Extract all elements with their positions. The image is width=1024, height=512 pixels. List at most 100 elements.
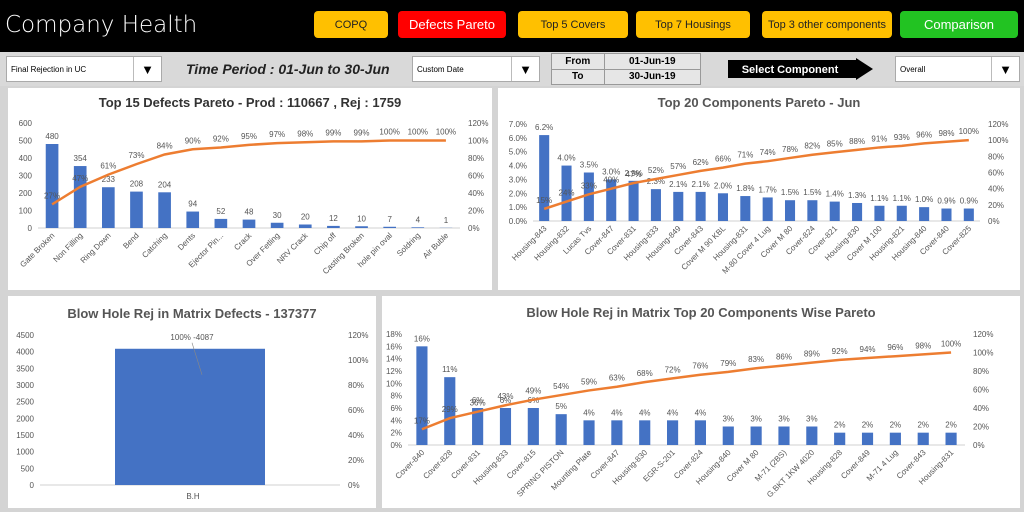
x-tick-label: G.BKT 1KW 4020 — [765, 448, 817, 500]
y-tick-label: 8% — [390, 392, 402, 401]
to-date[interactable]: 30-Jun-19 — [603, 68, 702, 85]
bar — [130, 191, 143, 228]
y-tick-label: 3000 — [16, 381, 34, 390]
bar-data-label: 94 — [188, 200, 197, 209]
y-tick-label: 300 — [19, 172, 33, 181]
defects-pareto-chart: Top 15 Defects Pareto - Prod : 110667 , … — [8, 88, 492, 290]
bar — [416, 346, 428, 445]
cumulative-data-label: 73% — [128, 151, 144, 160]
bar — [829, 201, 840, 221]
from-date[interactable]: 01-Jun-19 — [603, 53, 702, 70]
bar — [115, 348, 265, 485]
bar-data-label: 2% — [890, 421, 902, 430]
cumulative-data-label: 29% — [442, 405, 458, 414]
cumulative-data-label: 15% — [536, 196, 552, 205]
bar — [650, 189, 661, 221]
bar-data-label: 1.7% — [759, 185, 777, 194]
bar-data-label: 4% — [639, 408, 651, 417]
cumulative-data-label: 78% — [782, 145, 798, 154]
bar-data-label: 1.5% — [781, 188, 799, 197]
bar — [874, 205, 885, 221]
cumulative-data-label: 52% — [648, 166, 664, 175]
bar — [242, 219, 256, 228]
chevron-down-icon[interactable]: ▼ — [133, 57, 161, 81]
bar-data-label: 4% — [695, 408, 707, 417]
cumulative-data-label: 98% — [915, 341, 931, 350]
bar — [762, 197, 773, 221]
y2-tick-label: 0% — [348, 481, 360, 490]
nav-button-top3-other[interactable]: Top 3 other components — [762, 11, 892, 38]
bar-data-label: 2.0% — [714, 181, 732, 190]
bar-data-label: 2% — [862, 421, 874, 430]
cumulative-data-label: 33% — [581, 181, 597, 190]
nav-button-copq[interactable]: COPQ — [314, 11, 388, 38]
cumulative-data-label: 100% — [941, 340, 961, 349]
component-dropdown[interactable]: Overall ▼ — [895, 56, 1020, 82]
bar-data-label: 4% — [611, 408, 623, 417]
y-tick-label: 500 — [19, 137, 33, 146]
blow-hole-components-chart: Blow Hole Rej in Matrix Top 20 Component… — [382, 296, 1020, 508]
y2-tick-label: 20% — [348, 456, 364, 465]
y-tick-label: 0.0% — [509, 217, 527, 226]
cumulative-data-label: 100% — [379, 128, 399, 137]
bar — [778, 426, 790, 445]
cumulative-data-label: 100% — [959, 127, 979, 136]
bar — [214, 218, 228, 228]
cumulative-data-label: 84% — [157, 142, 173, 151]
bar — [186, 211, 200, 228]
date-mode-dropdown[interactable]: Custom Date ▼ — [412, 56, 540, 82]
bar-data-label: 480 — [45, 132, 59, 141]
x-tick-label: Bend — [121, 231, 141, 251]
bar — [45, 144, 59, 228]
chevron-down-icon[interactable]: ▼ — [991, 57, 1019, 81]
bar — [852, 202, 863, 221]
y2-tick-label: 60% — [468, 172, 484, 181]
bar-data-label: 3.5% — [580, 161, 598, 170]
bar — [834, 432, 846, 445]
bar-data-label: 1.0% — [915, 195, 933, 204]
bar-data-label: 20 — [301, 213, 310, 222]
toolbar: Final Rejection in UC ▼ Time Period : 01-… — [0, 52, 1024, 86]
bar — [628, 180, 639, 221]
time-period-label: Time Period : 01-Jun to 30-Jun — [186, 61, 390, 77]
cumulative-data-label: 47% — [72, 174, 88, 183]
bar — [941, 208, 952, 221]
cumulative-data-label: 93% — [894, 133, 910, 142]
y-tick-label: 3.0% — [509, 175, 527, 184]
y2-tick-label: 40% — [973, 404, 989, 413]
y2-tick-label: 120% — [973, 330, 993, 339]
cumulative-data-label: 96% — [887, 343, 903, 352]
date-range-table: From 01-Jun-19 To 30-Jun-19 — [551, 53, 702, 85]
x-tick-label: Dents — [176, 231, 197, 252]
bar-data-label: 11% — [442, 365, 457, 374]
cumulative-data-label: 98% — [297, 129, 313, 138]
nav-button-defects-pareto[interactable]: Defects Pareto — [398, 11, 506, 38]
cumulative-data-label: 88% — [849, 137, 865, 146]
chevron-down-icon[interactable]: ▼ — [511, 57, 539, 81]
y-tick-label: 4500 — [16, 331, 34, 340]
bar-data-label: 2% — [834, 421, 846, 430]
bar-data-label: 4.0% — [557, 154, 575, 163]
nav-button-top7-housings[interactable]: Top 7 Housings — [636, 11, 750, 38]
y-tick-label: 400 — [19, 154, 33, 163]
bar — [919, 207, 930, 221]
bar — [158, 192, 171, 228]
y-tick-label: 5.0% — [509, 148, 527, 157]
cumulative-data-label: 72% — [665, 365, 681, 374]
component-value: Overall — [900, 64, 926, 74]
y2-tick-label: 80% — [468, 154, 484, 163]
cumulative-data-label: 94% — [860, 345, 876, 354]
rejection-type-dropdown[interactable]: Final Rejection in UC ▼ — [6, 56, 162, 82]
nav-button-top5-covers[interactable]: Top 5 Covers — [518, 11, 628, 38]
y2-tick-label: 100% — [973, 349, 993, 358]
nav-button-comparison[interactable]: Comparison — [900, 11, 1018, 38]
y2-tick-label: 60% — [348, 406, 364, 415]
cumulative-data-label: 99% — [325, 128, 341, 137]
bar — [889, 432, 901, 445]
y-tick-label: 0 — [30, 481, 35, 490]
bar-data-label: 4% — [583, 408, 595, 417]
cumulative-data-label: 95% — [241, 132, 257, 141]
cumulative-data-label: 76% — [692, 362, 708, 371]
cumulative-data-label: 79% — [720, 359, 736, 368]
y2-tick-label: 60% — [988, 169, 1004, 178]
